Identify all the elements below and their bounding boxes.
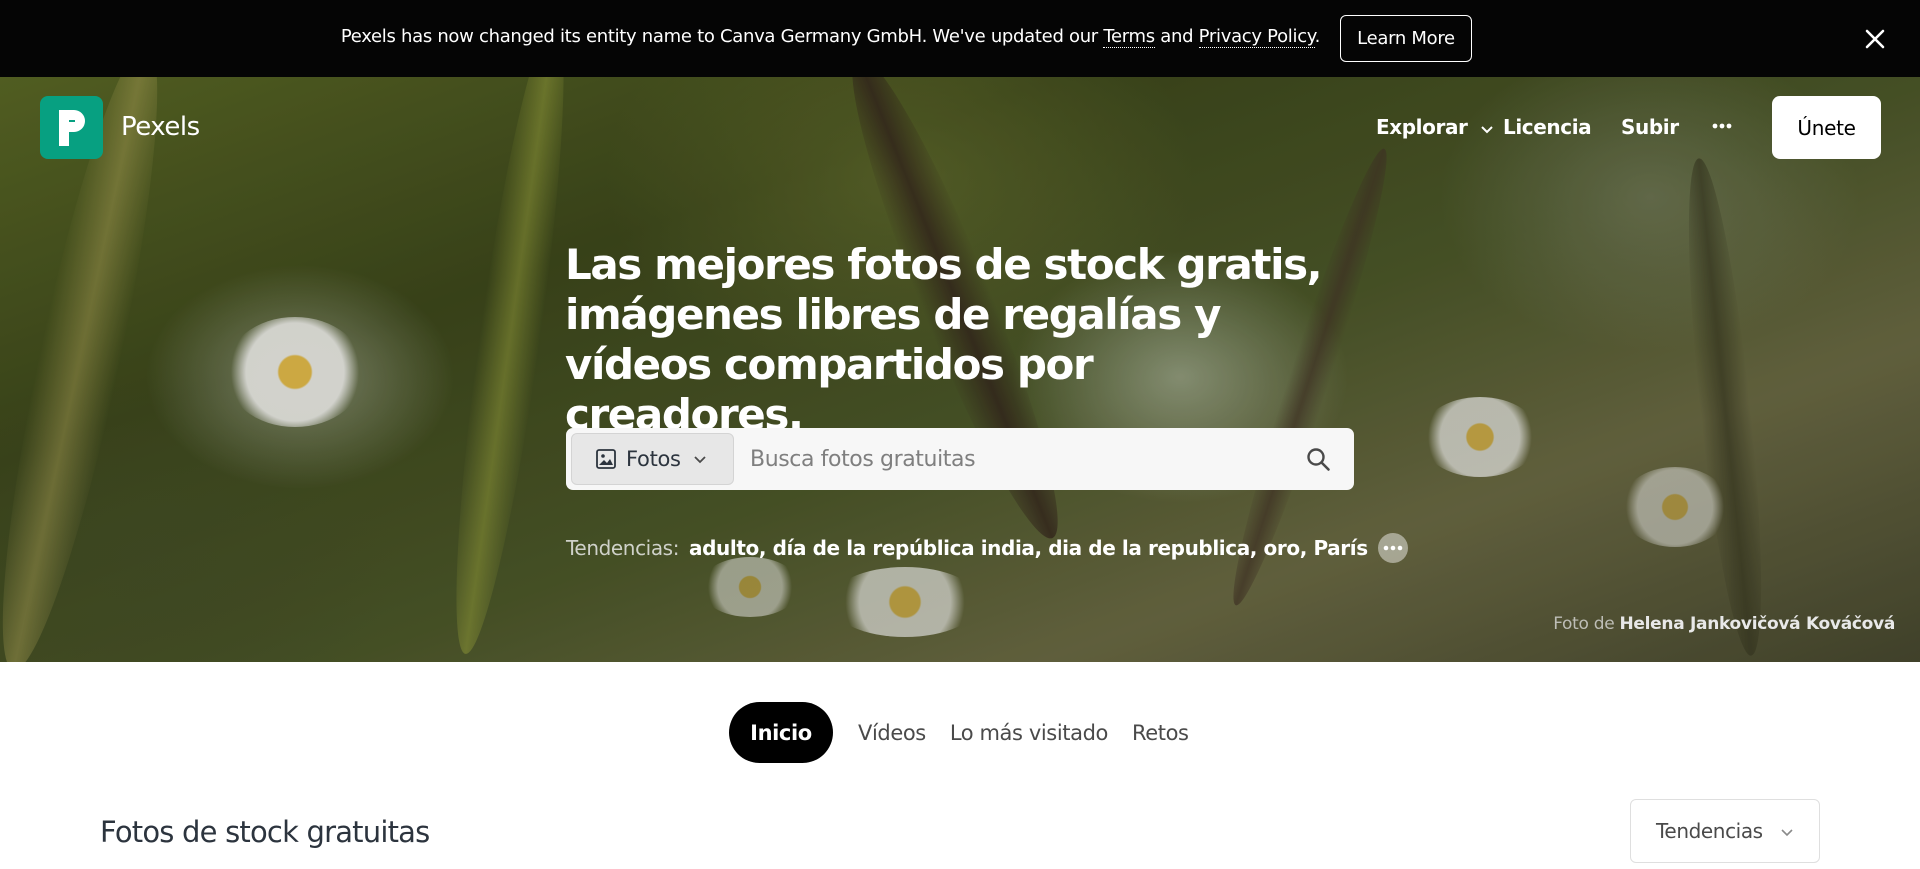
tab-inicio[interactable]: Inicio bbox=[729, 702, 833, 763]
search-icon[interactable] bbox=[1306, 447, 1331, 472]
tab-challenges[interactable]: Retos bbox=[1120, 721, 1201, 745]
nav-explore[interactable]: Explorar bbox=[1376, 115, 1494, 139]
pexels-logo-icon bbox=[58, 109, 85, 146]
banner-and: and bbox=[1154, 26, 1199, 47]
search-type-dropdown[interactable]: Fotos bbox=[571, 433, 734, 485]
search-type-label: Fotos bbox=[626, 447, 681, 471]
trends-label: Tendencias: bbox=[566, 536, 680, 560]
trends-list[interactable]: adulto, día de la república india, dia d… bbox=[689, 536, 1368, 560]
chevron-down-icon bbox=[694, 456, 706, 464]
credit-prefix: Foto de bbox=[1553, 614, 1620, 634]
banner-message: Pexels has now changed its entity name t… bbox=[340, 26, 1104, 47]
terms-link[interactable]: Terms bbox=[1103, 26, 1155, 48]
announcement-banner: Pexels has now changed its entity name t… bbox=[0, 0, 1920, 77]
trending-searches: Tendencias: adulto, día de la república … bbox=[566, 533, 1408, 563]
banner-text: Pexels has now changed its entity name t… bbox=[0, 26, 1321, 48]
join-button[interactable]: Únete bbox=[1772, 96, 1881, 159]
hero-section: Pexels Explorar Licencia Subir Únete Las… bbox=[0, 77, 1920, 662]
privacy-policy-link[interactable]: Privacy Policy bbox=[1198, 26, 1315, 48]
photo-credit: Foto de Helena Jankovičová Kováčová bbox=[1553, 614, 1895, 634]
content-tabs: Inicio Vídeos Lo más visitado Retos bbox=[729, 702, 1201, 763]
nav-upload[interactable]: Subir bbox=[1621, 115, 1679, 139]
sort-label: Tendencias bbox=[1656, 819, 1763, 843]
nav-explore-label: Explorar bbox=[1376, 115, 1468, 139]
section-title: Fotos de stock gratuitas bbox=[100, 815, 430, 849]
more-icon bbox=[1383, 545, 1403, 551]
tab-videos[interactable]: Vídeos bbox=[846, 721, 938, 745]
tab-most-visited[interactable]: Lo más visitado bbox=[938, 721, 1120, 745]
nav-license[interactable]: Licencia bbox=[1503, 115, 1592, 139]
banner-period: . bbox=[1314, 26, 1321, 47]
more-icon[interactable] bbox=[1712, 116, 1732, 136]
hero-headline: Las mejores fotos de stock gratis, imáge… bbox=[565, 240, 1323, 439]
search-bar: Fotos bbox=[566, 428, 1354, 490]
search-input[interactable] bbox=[742, 436, 1282, 482]
pexels-logo[interactable] bbox=[40, 96, 103, 159]
image-icon bbox=[596, 449, 616, 469]
chevron-down-icon bbox=[1481, 125, 1493, 133]
close-icon[interactable] bbox=[1862, 26, 1888, 52]
chevron-down-icon bbox=[1781, 829, 1793, 837]
brand-name[interactable]: Pexels bbox=[121, 112, 200, 142]
sort-dropdown[interactable]: Tendencias bbox=[1630, 799, 1820, 863]
trends-more-button[interactable] bbox=[1377, 533, 1408, 563]
learn-more-button[interactable]: Learn More bbox=[1340, 15, 1472, 62]
credit-author[interactable]: Helena Jankovičová Kováčová bbox=[1620, 614, 1896, 634]
